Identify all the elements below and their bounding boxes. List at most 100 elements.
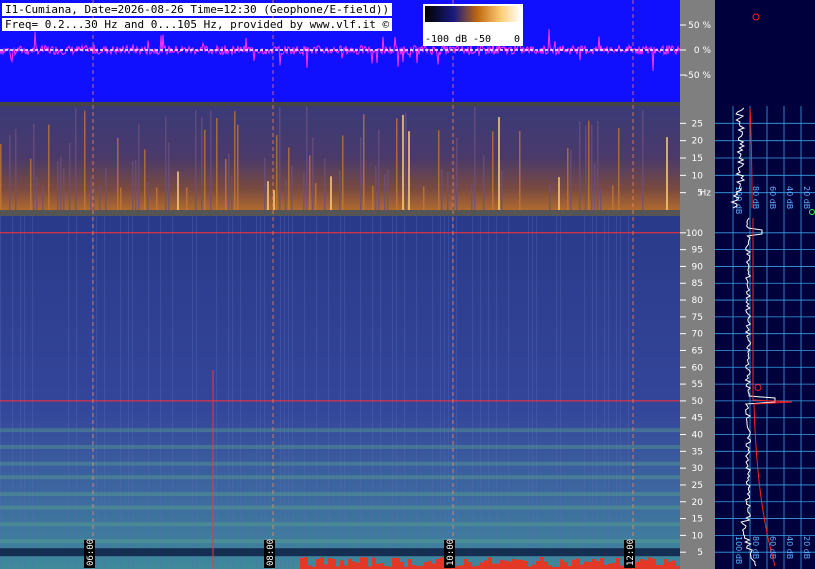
low-spectrogram-streak: [594, 162, 596, 210]
colorbar: -100 dB -50 0: [423, 4, 523, 46]
high-spectrogram-streak: [596, 216, 597, 569]
harmonic-band: [0, 475, 680, 480]
high-spectrogram-streak: [316, 216, 317, 569]
low-freq-hotspot: [636, 561, 640, 569]
profile-db-label: 100 dB: [734, 536, 743, 564]
low-freq-hotspot: [504, 560, 508, 569]
low-spectrogram-streak: [291, 165, 293, 210]
high-spectrogram-streak: [620, 216, 621, 569]
low-spectrogram-streak: [120, 187, 122, 210]
high-spectrogram-streak: [340, 216, 341, 569]
low-spectrogram-streak: [558, 177, 560, 210]
low-y-unit: Hz: [700, 189, 712, 199]
high-spectrogram-streak: [380, 216, 381, 569]
time-label: 06:00: [86, 539, 96, 566]
low-spectrogram-streak: [342, 135, 344, 210]
high-spectrogram-streak: [604, 216, 605, 569]
profile-db-label: 40 dB: [785, 536, 794, 559]
low-spectrogram-streak: [387, 169, 389, 210]
high-spectrogram-streak: [172, 216, 173, 569]
high-spectrogram-streak: [328, 216, 329, 569]
low-spectrogram-streak: [132, 161, 134, 210]
low-spectrogram-streak: [36, 177, 38, 210]
low-freq-hotspot: [660, 565, 664, 569]
high-y-label: 20: [692, 498, 704, 508]
low-spectrogram-streak: [234, 111, 236, 210]
low-spectrogram-streak: [309, 155, 311, 210]
high-spectrogram-streak: [508, 216, 509, 569]
low-spectrogram-streak: [498, 117, 500, 210]
vlf-monitor: 50 % 0 % -50 % 5 10 15 20 25 Hz 5 10 15 20 25 30 35 40…: [0, 0, 815, 569]
chart-canvas: 50 %0 %-50 % 510152025Hz 510152025303540…: [0, 0, 815, 569]
low-freq-hotspot: [436, 558, 440, 569]
harmonic-band: [0, 444, 680, 449]
title-line-2: Freq= 0.2...30 Hz and 0...105 Hz, provid…: [2, 18, 393, 31]
profile-db-label: 80 dB: [751, 536, 760, 559]
high-spectrogram-streak: [104, 216, 105, 569]
low-spectrogram-streak: [138, 123, 140, 210]
high-y-label: 60: [692, 363, 704, 373]
high-spectrogram-streak: [472, 216, 473, 569]
low-freq-hotspot: [440, 557, 444, 569]
high-spectrogram-streak: [536, 216, 537, 569]
low-spectrogram-streak: [612, 185, 614, 210]
high-spectrogram-streak: [196, 216, 197, 569]
low-freq-hotspot: [640, 559, 644, 569]
low-spectrogram-streak: [567, 148, 569, 210]
low-freq-hotspot: [460, 565, 464, 569]
low-spectrogram-streak: [570, 149, 572, 210]
low-freq-hotspot: [356, 562, 360, 569]
separator: [0, 102, 680, 106]
time-label: 12:00: [626, 539, 636, 566]
high-y-label: 100: [686, 229, 703, 239]
low-spectrogram-streak: [423, 186, 425, 210]
low-spectrogram-streak: [0, 143, 2, 210]
low-freq-hotspot: [664, 559, 668, 569]
low-freq-hotspot: [560, 559, 564, 569]
low-spectrogram-streak: [360, 137, 362, 210]
low-spectrogram-streak: [90, 176, 92, 210]
low-freq-hotspot: [348, 558, 352, 569]
low-freq-hotspot: [588, 561, 592, 569]
low-freq-hotspot: [316, 558, 320, 569]
high-spectrogram-streak: [448, 216, 449, 569]
low-freq-hotspot: [332, 558, 336, 569]
high-spectrogram-streak: [240, 216, 241, 569]
low-spectrogram-streak: [501, 170, 503, 210]
high-spectrogram-streak: [256, 216, 257, 569]
high-spectrogram-streak: [372, 216, 373, 569]
time-label: 10:00: [446, 539, 456, 566]
low-freq-hotspot: [372, 557, 376, 569]
high-spectrogram-streak: [444, 216, 445, 569]
high-spectrogram-streak: [24, 216, 25, 569]
low-freq-hotspot: [520, 559, 524, 569]
high-spectrogram-streak: [284, 216, 285, 569]
low-freq-hotspot: [600, 558, 604, 569]
low-freq-hotspot: [408, 559, 412, 569]
high-y-label: 75: [692, 313, 703, 323]
low-freq-hotspot: [648, 557, 652, 569]
low-spectrogram-streak: [471, 183, 473, 210]
high-spectrogram-streak: [608, 216, 609, 569]
high-spectrogram-streak: [192, 216, 193, 569]
low-spectrogram-streak: [363, 114, 365, 210]
high-spectrogram-streak: [480, 216, 481, 569]
low-spectrogram-streak: [156, 187, 158, 210]
low-freq-hotspot: [400, 561, 404, 569]
low-freq-hotspot: [576, 558, 580, 569]
low-spectrogram-streak: [642, 110, 644, 210]
low-spectrogram-streak: [447, 172, 449, 210]
low-y-label: 10: [692, 171, 704, 181]
low-spectrogram-streak: [408, 131, 410, 210]
low-spectrogram-streak: [405, 112, 407, 210]
low-freq-hotspot: [484, 560, 488, 569]
colorbar-label-mid: -50: [473, 34, 491, 45]
low-spectrogram-streak: [165, 116, 167, 210]
high-spectrogram-streak: [264, 216, 265, 569]
low-spectrogram-streak: [48, 124, 50, 210]
low-spectrogram-streak: [456, 137, 458, 210]
low-y-label: 20: [692, 137, 704, 147]
high-spectrogram-streak: [304, 216, 305, 569]
low-spectrogram-streak: [279, 107, 281, 210]
low-freq-hotspot: [644, 560, 648, 569]
